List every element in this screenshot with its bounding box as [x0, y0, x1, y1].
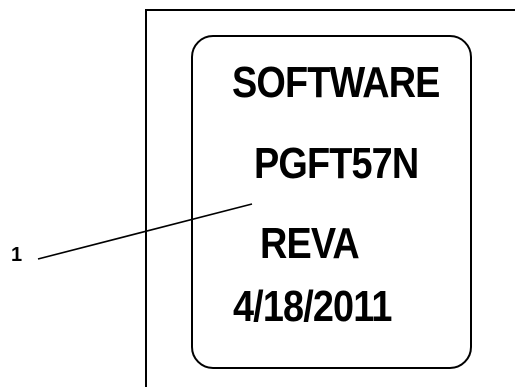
- label-line-software: SOFTWARE: [232, 58, 440, 107]
- label-line-date: 4/18/2011: [233, 282, 392, 331]
- label-line-revision: REVA: [260, 219, 360, 268]
- callout-number-1: 1: [11, 244, 23, 266]
- label-line-part-number: PGFT57N: [254, 139, 419, 188]
